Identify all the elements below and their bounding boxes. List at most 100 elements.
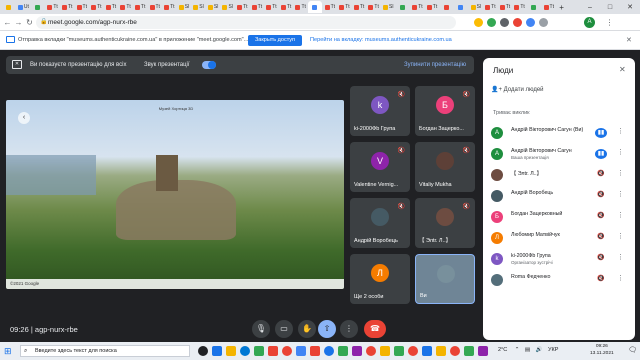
windows-start-icon[interactable]: ⊞ [4,345,16,357]
participant-row[interactable]: 【 Элtг. Л..】 🔇 ⋮ [483,166,635,187]
browser-tab[interactable]: Tt [148,1,162,13]
taskbar-app-icon[interactable] [408,346,418,356]
browser-tab[interactable]: Tt [367,1,381,13]
participant-tile[interactable]: Б Богдан Зацерко... 🔇 [415,86,475,136]
taskbar-app-icon[interactable] [268,346,278,356]
taskbar-app-icon[interactable] [352,346,362,356]
extension-icon[interactable] [487,18,496,27]
taskbar-app-icon[interactable] [226,346,236,356]
browser-tab[interactable]: Sl [206,1,220,13]
network-icon[interactable]: ▤ [525,347,530,353]
more-options-icon[interactable]: ⋮ [617,190,624,198]
extension-icon[interactable] [474,18,483,27]
taskbar-app-icon[interactable] [310,346,320,356]
browser-tab[interactable]: Sl [469,1,483,13]
notifications-icon[interactable]: 🗨 [628,346,637,354]
tray-arrow-icon[interactable]: ⌃ [515,347,520,353]
browser-tab[interactable]: Tt [46,1,60,13]
more-options-icon[interactable]: ⋮ [617,274,624,282]
browser-tab[interactable]: Tt [498,1,512,13]
puzzle-icon[interactable] [539,18,548,27]
participant-row[interactable]: Roma Федченко 🔇 ⋮ [483,271,635,292]
taskbar-app-icon[interactable] [450,346,460,356]
participant-tile[interactable]: Vitaliy Mukha 🔇 [415,142,475,192]
browser-tab[interactable] [454,1,468,13]
participant-row[interactable]: Б Богдан Зацерковный 🔇 ⋮ [483,208,635,229]
present-icon[interactable]: ⇧ [318,320,336,338]
browser-tab[interactable]: Sl [177,1,191,13]
taskbar-app-icon[interactable] [254,346,264,356]
close-icon[interactable]: ✕ [619,65,626,74]
browser-tab[interactable]: Tt [323,1,337,13]
mic-icon[interactable]: 🎙 [252,320,270,338]
browser-tab[interactable]: Tt [542,1,556,13]
stop-presenting-button[interactable]: Зупинити презентацію [404,62,466,68]
taskbar-app-icon[interactable] [464,346,474,356]
menu-dots-icon[interactable]: ⋮ [604,14,615,31]
browser-tab[interactable]: Tt [60,1,74,13]
taskbar-app-icon[interactable] [296,346,306,356]
taskbar-app-icon[interactable] [198,346,208,356]
browser-tab[interactable] [527,1,541,13]
browser-tab[interactable]: Tt [250,1,264,13]
raise-hand-icon[interactable]: ✋ [298,320,316,338]
camera-icon[interactable]: ▭ [275,320,293,338]
new-tab-button[interactable]: + [557,1,567,13]
extension-icon[interactable] [500,18,509,27]
participant-tile[interactable]: Л Ще 2 особи [350,254,410,304]
browser-tab[interactable]: Tt [513,1,527,13]
browser-tab[interactable]: Tt [119,1,133,13]
more-options-icon[interactable]: ⋮ [617,148,624,156]
taskbar-app-icon[interactable] [212,346,222,356]
participant-row[interactable]: Андрій Воробець 🔇 ⋮ [483,187,635,208]
browser-tab[interactable]: Tt [75,1,89,13]
participant-row[interactable]: Л Любомир Матвійчук 🔇 ⋮ [483,229,635,250]
participant-row[interactable]: A Андрій Вікторович Сагун (Ви) ▮▮ ⋮ [483,124,635,145]
taskbar-app-icon[interactable] [366,346,376,356]
browser-tab[interactable] [2,1,16,13]
volume-icon[interactable]: 🔊 [536,347,543,353]
browser-tab[interactable]: Tt [279,1,293,13]
more-options-icon[interactable]: ⋮ [340,320,358,338]
end-call-button[interactable]: ☎ [364,320,386,338]
taskbar-app-icon[interactable] [478,346,488,356]
stop-sharing-button[interactable]: Закрыть доступ [248,35,302,46]
browser-tab[interactable] [31,1,45,13]
browser-tab[interactable]: Tt [163,1,177,13]
add-people-button[interactable]: 👤+ Додати людей [491,86,544,93]
taskbar-app-icon[interactable] [324,346,334,356]
browser-tab[interactable]: Tt [236,1,250,13]
participant-tile[interactable]: Андрій Воробець 🔇 [350,198,410,248]
taskbar-app-icon[interactable] [422,346,432,356]
chevron-left-icon[interactable]: ‹ [18,112,30,124]
participant-row[interactable]: k ki-2000Фb Група Організатор зустрічі 🔇 ⋮ [483,250,635,271]
participant-tile[interactable]: k ki-2000Фb Група 🔇 [350,86,410,136]
browser-tab[interactable]: Sl [221,1,235,13]
close-icon[interactable]: ✕ [626,36,632,44]
forward-icon[interactable]: → [13,14,24,31]
extension-icon[interactable] [526,18,535,27]
participant-row[interactable]: A Андрій Вікторович Сагун Ваша презентація… [483,145,635,166]
minimize-button[interactable]: – [580,0,600,14]
browser-tab[interactable]: Tt [294,1,308,13]
more-options-icon[interactable]: ⋮ [617,211,624,219]
language-indicator[interactable]: УКР [548,347,558,353]
browser-tab[interactable]: Tt [425,1,439,13]
browser-tab[interactable]: Sl [192,1,206,13]
sound-toggle[interactable] [202,61,216,69]
browser-tab[interactable]: Tt [484,1,498,13]
browser-tab[interactable]: Tt [411,1,425,13]
browser-tab[interactable]: Tt [133,1,147,13]
browser-tab[interactable]: Ut [17,1,31,13]
url-input[interactable]: 🔒 meet.google.com/agp-nurx-rbe [36,16,456,29]
profile-avatar[interactable]: A [584,17,595,28]
more-options-icon[interactable]: ⋮ [617,127,624,135]
browser-tab[interactable]: Tt [352,1,366,13]
browser-tab[interactable] [308,1,323,13]
extension-icon[interactable] [513,18,522,27]
participant-tile[interactable]: 【 Элtг. Л..】 🔇 [415,198,475,248]
more-options-icon[interactable]: ⋮ [617,169,624,177]
browser-tab[interactable]: Tt [338,1,352,13]
browser-tab[interactable]: Tt [265,1,279,13]
taskbar-app-icon[interactable] [394,346,404,356]
